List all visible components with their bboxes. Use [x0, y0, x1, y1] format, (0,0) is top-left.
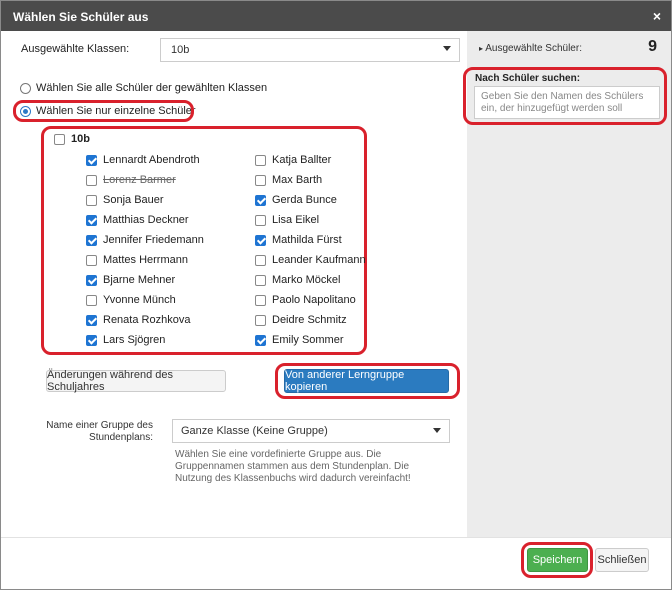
- caret-down-icon: [433, 428, 441, 433]
- student-checkbox[interactable]: [86, 174, 97, 186]
- student-name: Katja Ballter: [272, 154, 332, 166]
- student-item[interactable]: Mathilda Fürst: [255, 233, 342, 247]
- student-item[interactable]: Mattes Herrmann: [86, 253, 188, 267]
- student-checkbox[interactable]: [255, 174, 266, 186]
- student-item[interactable]: Yvonne Münch: [86, 293, 176, 307]
- mode-single-radio[interactable]: [20, 105, 31, 117]
- student-item[interactable]: Paolo Napolitano: [255, 293, 356, 307]
- student-name: Emily Sommer: [272, 334, 344, 346]
- student-name: Mattes Herrmann: [103, 254, 188, 266]
- plan-group-value: Ganze Klasse (Keine Gruppe): [181, 425, 328, 437]
- student-name: Sonja Bauer: [103, 194, 164, 206]
- student-checkbox[interactable]: [255, 294, 266, 306]
- copy-from-group-button[interactable]: Von anderer Lerngruppe kopieren: [284, 369, 449, 393]
- mode-all-radio[interactable]: [20, 82, 31, 94]
- student-item[interactable]: Deidre Schmitz: [255, 313, 347, 327]
- student-select-dialog: Wählen Sie Schüler aus × ▸ Ausgewählte S…: [0, 0, 672, 590]
- student-checkbox[interactable]: [86, 214, 97, 226]
- student-checkbox[interactable]: [86, 334, 97, 346]
- student-item[interactable]: Gerda Bunce: [255, 193, 337, 207]
- student-name: Yvonne Münch: [103, 294, 176, 306]
- student-name: Max Barth: [272, 174, 323, 186]
- student-name: Lorenz Barmer: [103, 174, 176, 186]
- mode-all-option[interactable]: Wählen Sie alle Schüler der gewählten Kl…: [20, 82, 267, 94]
- selected-students-count: 9: [648, 38, 657, 55]
- student-item[interactable]: Lisa Eikel: [255, 213, 319, 227]
- student-item[interactable]: Matthias Deckner: [86, 213, 189, 227]
- student-checkbox[interactable]: [86, 314, 97, 326]
- mode-single-option[interactable]: Wählen Sie nur einzelne Schüler: [20, 105, 196, 117]
- classes-select-value: 10b: [171, 44, 190, 56]
- plan-group-help: Wählen Sie eine vordefinierte Gruppe aus…: [175, 449, 411, 484]
- student-checkbox[interactable]: [255, 214, 266, 226]
- student-checkbox[interactable]: [255, 254, 266, 266]
- classes-label: Ausgewählte Klassen:: [21, 43, 130, 55]
- close-button[interactable]: Schließen: [595, 548, 649, 572]
- group-checkbox[interactable]: [54, 133, 65, 145]
- student-name: Marko Möckel: [272, 274, 341, 286]
- student-item[interactable]: Emily Sommer: [255, 333, 344, 347]
- student-checkbox[interactable]: [86, 274, 97, 286]
- student-name: Jennifer Friedemann: [103, 234, 204, 246]
- student-checkbox[interactable]: [86, 294, 97, 306]
- student-name: Lennardt Abendroth: [103, 154, 200, 166]
- plan-group-select[interactable]: Ganze Klasse (Keine Gruppe): [172, 419, 450, 443]
- chevron-right-icon: ▸: [479, 44, 484, 53]
- save-button[interactable]: Speichern: [527, 548, 588, 572]
- student-checkbox[interactable]: [255, 154, 266, 166]
- student-item[interactable]: Sonja Bauer: [86, 193, 164, 207]
- student-item[interactable]: Lennardt Abendroth: [86, 153, 200, 167]
- mode-single-label: Wählen Sie nur einzelne Schüler: [36, 105, 196, 117]
- student-item[interactable]: Max Barth: [255, 173, 322, 187]
- student-checkbox[interactable]: [86, 194, 97, 206]
- student-name: Gerda Bunce: [272, 194, 337, 206]
- student-name: Lisa Eikel: [272, 214, 320, 226]
- student-item[interactable]: Katja Ballter: [255, 153, 331, 167]
- changes-during-year-button[interactable]: Änderungen während des Schuljahres: [46, 369, 226, 393]
- student-name: Deidre Schmitz: [272, 314, 347, 326]
- student-checkbox[interactable]: [86, 254, 97, 266]
- student-checkbox[interactable]: [255, 234, 266, 246]
- selected-students-label: Ausgewählte Schüler:: [485, 43, 582, 54]
- student-name: Matthias Deckner: [103, 214, 189, 226]
- caret-down-icon: [443, 46, 451, 51]
- student-name: Paolo Napolitano: [272, 294, 356, 306]
- selected-students-toggle[interactable]: ▸ Ausgewählte Schüler:: [479, 43, 582, 54]
- student-checkbox[interactable]: [255, 334, 266, 346]
- student-name: Lars Sjögren: [103, 334, 166, 346]
- student-item[interactable]: Jennifer Friedemann: [86, 233, 204, 247]
- close-icon[interactable]: ×: [653, 8, 661, 24]
- student-item[interactable]: Marko Möckel: [255, 273, 340, 287]
- dialog-header: Wählen Sie Schüler aus ×: [1, 1, 671, 31]
- footer-divider: [1, 537, 671, 538]
- student-checkbox[interactable]: [255, 274, 266, 286]
- student-item[interactable]: Renata Rozhkova: [86, 313, 190, 327]
- student-item[interactable]: Lorenz Barmer: [86, 173, 176, 187]
- student-checkbox[interactable]: [86, 154, 97, 166]
- plan-group-label: Name einer Gruppe des Stundenplans:: [46, 420, 153, 443]
- student-name: Bjarne Mehner: [103, 274, 176, 286]
- student-search-input[interactable]: [474, 86, 660, 119]
- classes-select[interactable]: 10b: [160, 38, 460, 62]
- student-name: Mathilda Fürst: [272, 234, 342, 246]
- student-name: Renata Rozhkova: [103, 314, 191, 326]
- student-checkbox[interactable]: [255, 194, 266, 206]
- student-checkbox[interactable]: [86, 234, 97, 246]
- student-item[interactable]: Leander Kaufmann: [255, 253, 366, 267]
- student-item[interactable]: Lars Sjögren: [86, 333, 165, 347]
- dialog-title: Wählen Sie Schüler aus: [13, 10, 149, 24]
- student-checkbox[interactable]: [255, 314, 266, 326]
- group-name: 10b: [71, 133, 90, 145]
- search-label: Nach Schüler suchen:: [475, 73, 581, 84]
- group-all-checkbox[interactable]: 10b: [54, 133, 90, 145]
- mode-all-label: Wählen Sie alle Schüler der gewählten Kl…: [36, 82, 268, 94]
- student-item[interactable]: Bjarne Mehner: [86, 273, 175, 287]
- student-name: Leander Kaufmann: [272, 254, 366, 266]
